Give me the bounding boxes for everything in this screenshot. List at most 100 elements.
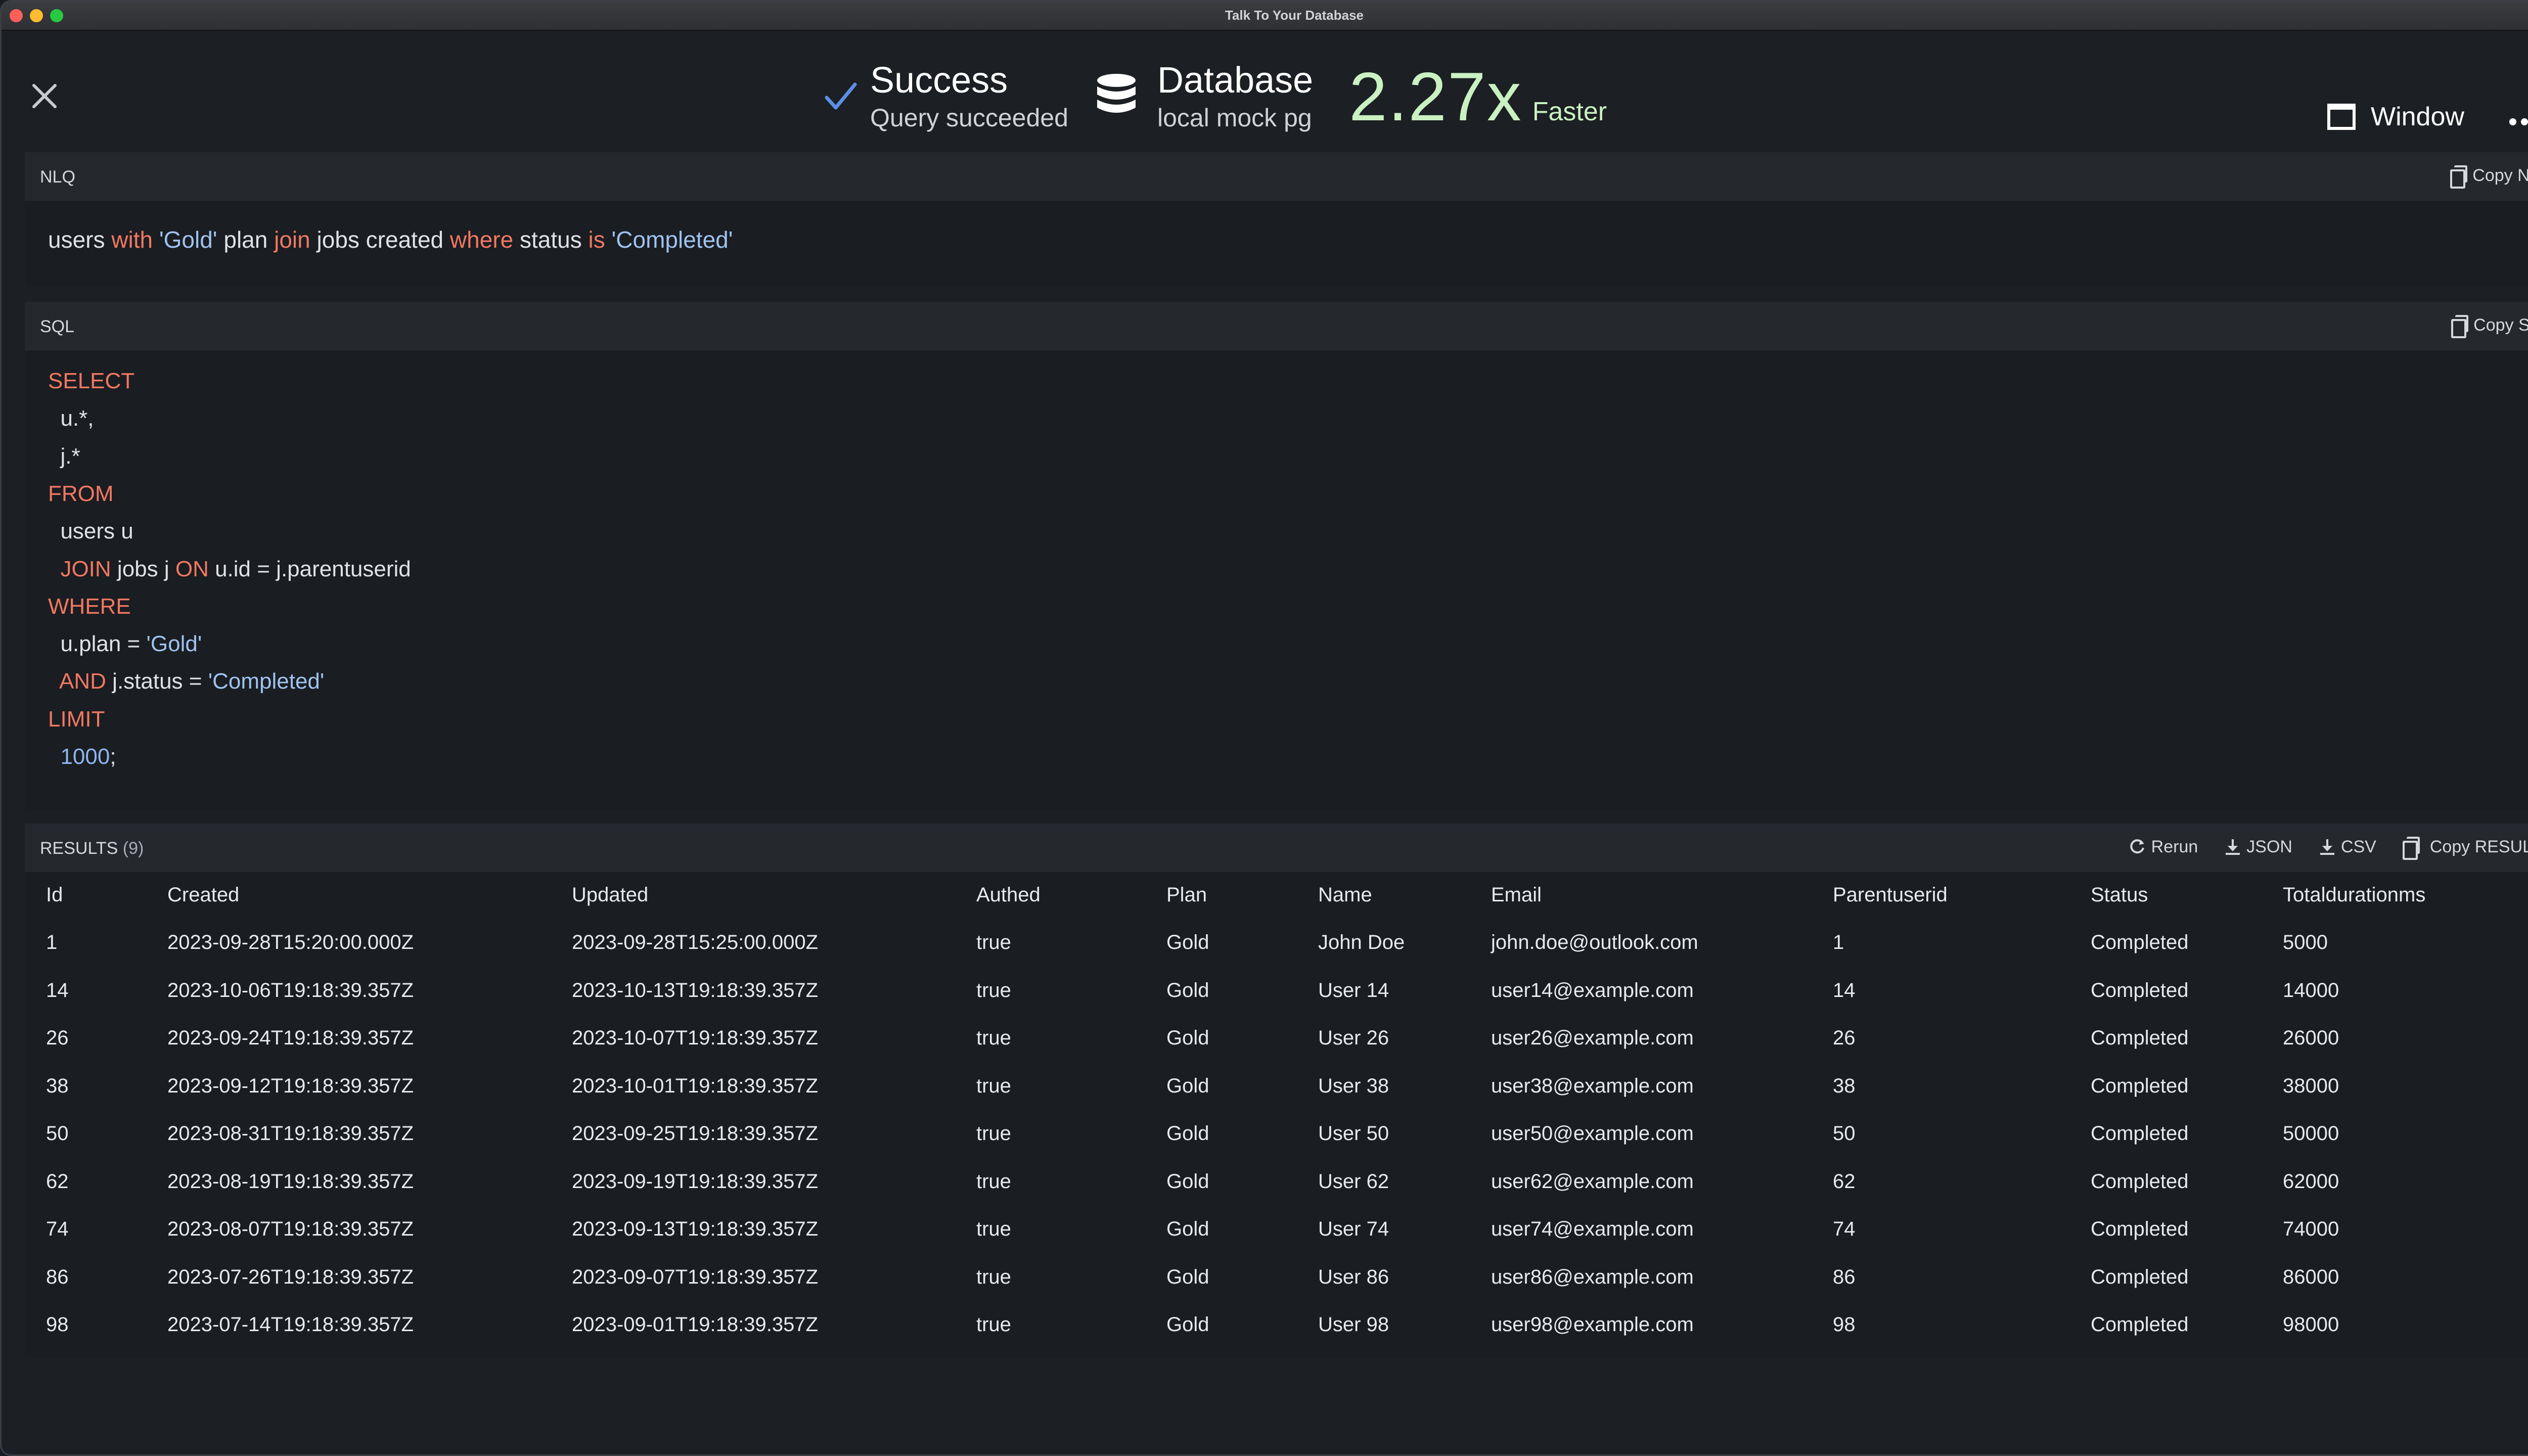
table-cell: true bbox=[976, 1265, 1011, 1288]
nlq-token: users bbox=[48, 226, 112, 253]
table-cell: Completed bbox=[2091, 979, 2189, 1002]
sql-line: LIMIT bbox=[48, 707, 105, 732]
table-cell: Completed bbox=[2091, 1122, 2189, 1145]
nlq-token bbox=[153, 226, 159, 253]
table-cell: 2023-09-12T19:18:39.357Z bbox=[167, 1074, 414, 1097]
table-cell: Gold bbox=[1166, 1027, 1209, 1050]
database-icon bbox=[1097, 74, 1136, 113]
table-cell: User 62 bbox=[1318, 1170, 1389, 1193]
table-row[interactable]: 26 2023-09-24T19:18:39.357Z 2023-10-07T19:… bbox=[25, 1015, 2528, 1063]
table-cell: 26 bbox=[1833, 1027, 1856, 1050]
status-indicator: Success Query succeeded bbox=[821, 56, 1068, 137]
copy-results-button[interactable]: Copy RESULTS bbox=[2402, 837, 2528, 860]
speed-label: Faster bbox=[1532, 97, 1607, 126]
check-icon bbox=[825, 82, 857, 110]
table-cell: User 98 bbox=[1318, 1313, 1389, 1336]
copy-sql-button[interactable]: Copy SQL bbox=[2451, 315, 2528, 338]
table-cell: 74 bbox=[46, 1218, 69, 1241]
copy-nlq-label: Copy NLQ bbox=[2472, 165, 2528, 185]
results-panel-header: RESULTS (9) Rerun JSON CSV Copy RESU bbox=[25, 824, 2528, 872]
table-cell: 62 bbox=[46, 1170, 69, 1193]
table-cell: 74000 bbox=[2283, 1218, 2339, 1241]
table-row[interactable]: 50 2023-08-31T19:18:39.357Z 2023-09-25T19:… bbox=[25, 1110, 2528, 1158]
sql-token: j.* bbox=[48, 443, 80, 469]
nlq-token: 'Gold' bbox=[159, 226, 217, 253]
results-title: RESULTS bbox=[40, 839, 118, 858]
table-cell: 1 bbox=[46, 931, 58, 954]
app-window: Talk To Your Database Success Query succ… bbox=[0, 0, 2528, 1456]
sql-token: ; bbox=[110, 744, 116, 769]
table-cell: 5000 bbox=[2283, 931, 2328, 954]
table-cell: 2023-10-06T19:18:39.357Z bbox=[167, 979, 414, 1002]
column-header[interactable]: Plan bbox=[1145, 871, 1297, 919]
column-header[interactable]: Parentuserid bbox=[1812, 871, 2069, 919]
column-header[interactable]: Totaldurationms bbox=[2262, 871, 2528, 919]
column-header[interactable]: Name bbox=[1297, 871, 1470, 919]
table-cell: 26 bbox=[46, 1027, 69, 1050]
download-csv-button[interactable]: CSV bbox=[2319, 837, 2376, 857]
table-row[interactable]: 62 2023-08-19T19:18:39.357Z 2023-09-19T19:… bbox=[25, 1158, 2528, 1206]
sql-line: j.* bbox=[48, 444, 80, 469]
table-cell: 2023-10-01T19:18:39.357Z bbox=[572, 1074, 819, 1097]
table-cell: 2023-09-24T19:18:39.357Z bbox=[167, 1027, 414, 1050]
window-button[interactable]: Window bbox=[2327, 102, 2464, 132]
sql-token: u.*, bbox=[48, 406, 94, 431]
table-cell: 1 bbox=[1833, 931, 1844, 954]
result-header: Success Query succeeded Database local m… bbox=[2, 31, 2528, 152]
sql-line: WHERE bbox=[48, 594, 131, 619]
table-cell: 62000 bbox=[2283, 1170, 2339, 1193]
sql-token: LIMIT bbox=[48, 706, 105, 732]
table-cell: 74 bbox=[1833, 1218, 1856, 1241]
table-cell: User 86 bbox=[1318, 1265, 1389, 1288]
more-icon[interactable] bbox=[2509, 112, 2528, 132]
column-header[interactable]: Status bbox=[2069, 871, 2262, 919]
download-json-button[interactable]: JSON bbox=[2224, 837, 2292, 857]
table-cell: Completed bbox=[2091, 931, 2189, 954]
database-indicator: Database local mock pg bbox=[1094, 56, 1313, 137]
sql-token: 1000 bbox=[60, 744, 110, 769]
column-header[interactable]: Email bbox=[1470, 871, 1812, 919]
table-cell: 2023-07-26T19:18:39.357Z bbox=[167, 1265, 414, 1288]
column-header[interactable]: Updated bbox=[551, 871, 955, 919]
copy-icon bbox=[2402, 837, 2420, 860]
table-cell: 98 bbox=[46, 1313, 69, 1336]
table-row[interactable]: 14 2023-10-06T19:18:39.357Z 2023-10-13T19:… bbox=[25, 967, 2528, 1015]
sql-line: u.plan = 'Gold' bbox=[48, 631, 202, 657]
column-header[interactable]: Created bbox=[146, 871, 551, 919]
close-icon[interactable] bbox=[28, 79, 61, 113]
copy-sql-label: Copy SQL bbox=[2473, 315, 2528, 335]
window-icon bbox=[2327, 104, 2356, 130]
database-title: Database bbox=[1157, 60, 1314, 101]
copy-icon bbox=[2450, 165, 2468, 189]
nlq-token: where bbox=[449, 226, 514, 253]
table-cell: 50 bbox=[1833, 1122, 1856, 1145]
table-cell: user98@example.com bbox=[1491, 1313, 1694, 1336]
sql-token: WHERE bbox=[48, 594, 131, 619]
table-cell: 2023-08-07T19:18:39.357Z bbox=[167, 1218, 414, 1241]
sql-panel-header: SQL Copy SQL bbox=[25, 302, 2528, 350]
table-row[interactable]: 98 2023-07-14T19:18:39.357Z 2023-09-01T19:… bbox=[25, 1301, 2528, 1349]
download-icon bbox=[2320, 839, 2334, 855]
column-header[interactable]: Id bbox=[25, 871, 146, 919]
table-row[interactable]: 38 2023-09-12T19:18:39.357Z 2023-10-01T19:… bbox=[25, 1062, 2528, 1110]
download-icon bbox=[2226, 839, 2240, 855]
table-cell: Gold bbox=[1166, 1218, 1209, 1241]
table-cell: User 38 bbox=[1318, 1074, 1389, 1097]
copy-nlq-button[interactable]: Copy NLQ bbox=[2450, 165, 2528, 189]
speed-factor: 2.27x bbox=[1349, 58, 1522, 135]
table-cell: Gold bbox=[1166, 1122, 1209, 1145]
rerun-button[interactable]: Rerun bbox=[2128, 837, 2198, 857]
results-count: (9) bbox=[122, 839, 144, 858]
table-row[interactable]: 1 2023-09-28T15:20:00.000Z 2023-09-28T15:2… bbox=[25, 919, 2528, 967]
sql-token: ON bbox=[175, 556, 209, 581]
table-row[interactable]: 74 2023-08-07T19:18:39.357Z 2023-09-13T19:… bbox=[25, 1206, 2528, 1254]
table-cell: user74@example.com bbox=[1491, 1218, 1694, 1241]
table-row[interactable]: 86 2023-07-26T19:18:39.357Z 2023-09-07T19:… bbox=[25, 1253, 2528, 1301]
nlq-token: status bbox=[513, 226, 589, 253]
column-header[interactable]: Authed bbox=[955, 871, 1145, 919]
table-cell: true bbox=[976, 1074, 1011, 1097]
nlq-token: plan bbox=[217, 226, 275, 253]
table-cell: User 14 bbox=[1318, 979, 1389, 1002]
